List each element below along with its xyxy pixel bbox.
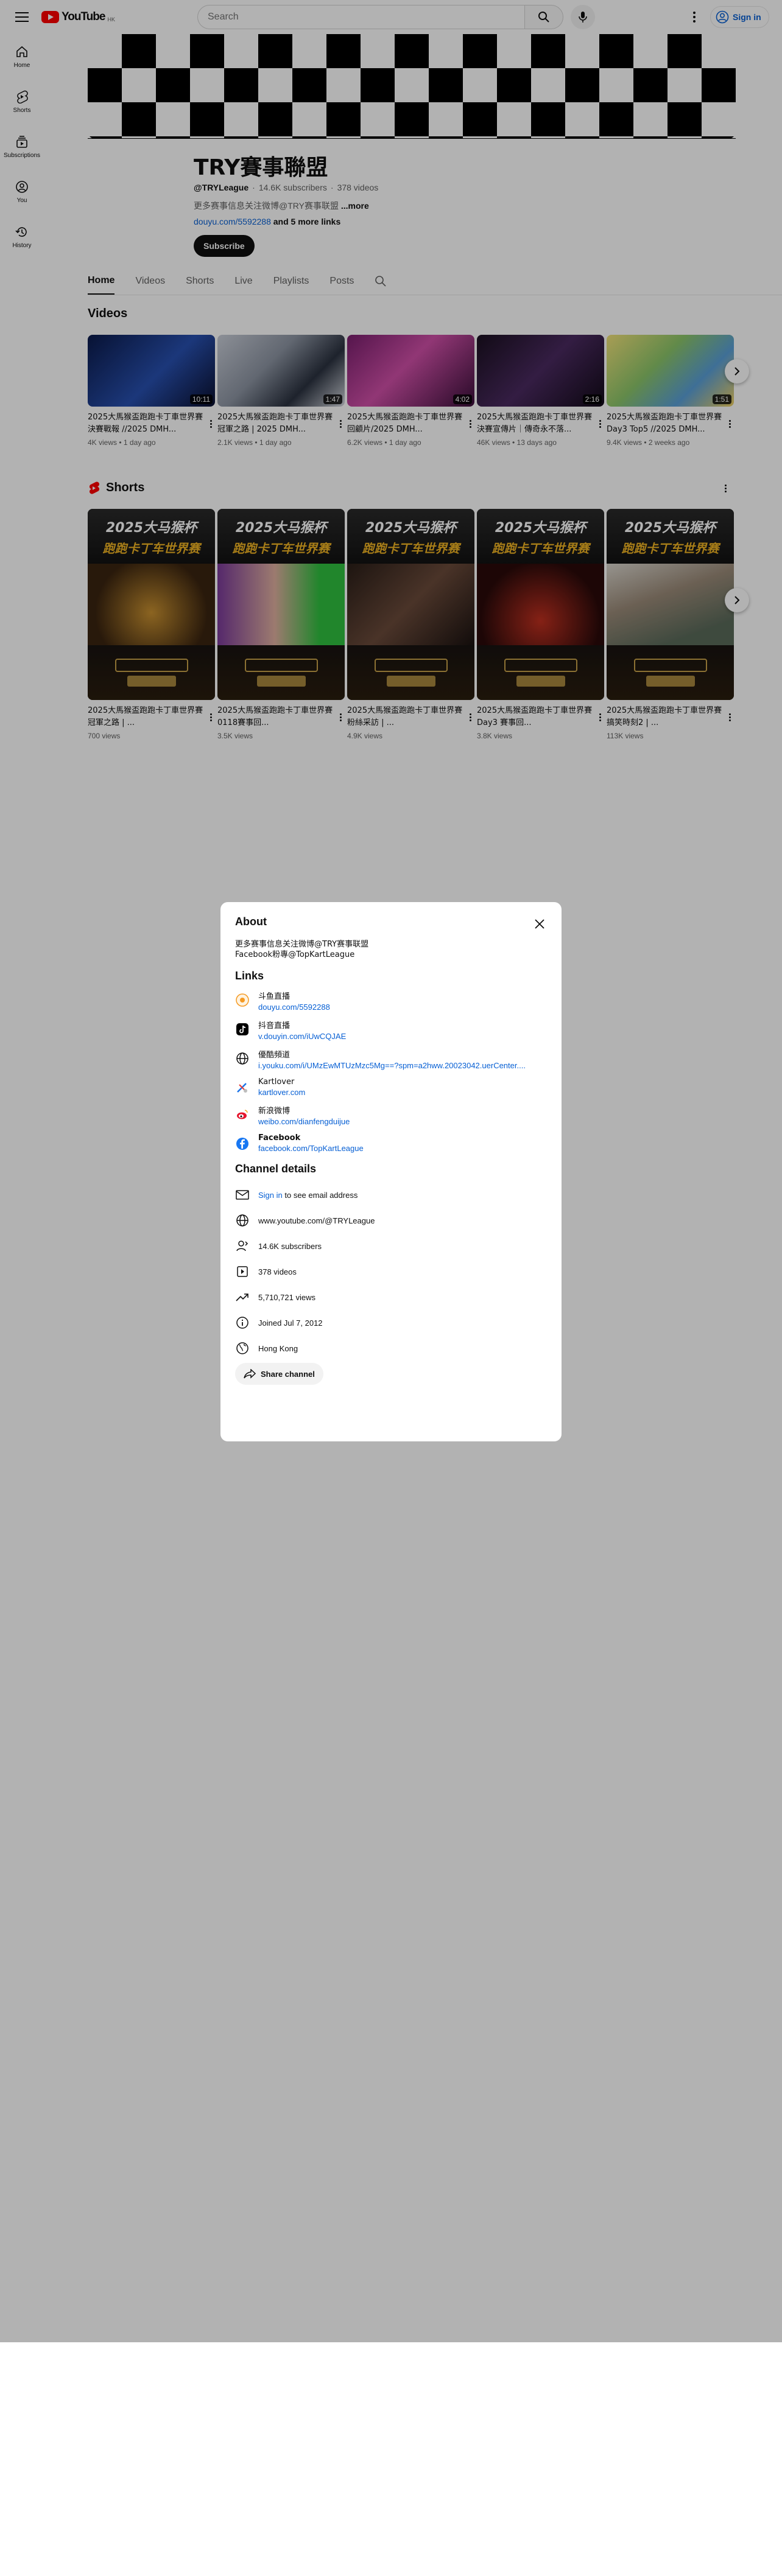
videos-row: 378 videos [235, 1265, 547, 1278]
country: Hong Kong [258, 1343, 298, 1353]
link-name: 抖音直播 [258, 1021, 291, 1031]
facebook-icon [235, 1136, 250, 1151]
trending-icon [235, 1290, 250, 1304]
views-row: 5,710,721 views [235, 1291, 547, 1303]
email-row: Sign in to see email address [235, 1189, 547, 1201]
link-name: 優酷頻道 [258, 1051, 291, 1060]
about-title: About [235, 915, 267, 928]
link-item: 斗鱼直播 douyu.com/5592288 [235, 990, 547, 1012]
location-icon [235, 1341, 250, 1356]
link-name: 斗鱼直播 [258, 992, 291, 1001]
channel-details-heading: Channel details [235, 1163, 317, 1175]
person-icon [235, 1239, 250, 1253]
globe-icon [235, 1051, 250, 1066]
douyin-icon [235, 1022, 250, 1037]
link-url[interactable]: v.douyin.com/iUwCQJAE [258, 1032, 346, 1041]
kartlover-icon [235, 1080, 250, 1095]
subscribers-count: 14.6K subscribers [258, 1241, 322, 1251]
videos-count: 378 videos [258, 1267, 297, 1276]
link-item: 抖音直播 v.douyin.com/iUwCQJAE [235, 1019, 547, 1041]
info-icon [235, 1315, 250, 1330]
share-icon [244, 1369, 256, 1379]
link-item: Facebook facebook.com/TopKartLeague [235, 1133, 547, 1153]
link-url[interactable]: i.youku.com/i/UMzEwMTUzMzc5Mg==?spm=a2hw… [258, 1061, 526, 1070]
link-url[interactable]: douyu.com/5592288 [258, 1003, 330, 1012]
link-item: 優酷頻道 i.youku.com/i/UMzEwMTUzMzc5Mg==?spm… [235, 1048, 547, 1070]
share-label: Share channel [261, 1369, 315, 1379]
link-item: Kartlover kartlover.com [235, 1077, 547, 1097]
link-name: Kartlover [258, 1077, 295, 1087]
share-channel-button[interactable]: Share channel [235, 1363, 323, 1385]
douyu-icon [235, 993, 250, 1007]
description-line: Facebook粉專@TopKartLeague [235, 950, 355, 959]
weibo-icon [235, 1107, 250, 1122]
link-url[interactable]: facebook.com/TopKartLeague [258, 1144, 364, 1153]
joined-date: Joined Jul 7, 2012 [258, 1318, 323, 1328]
link-name: 新浪微博 [258, 1107, 291, 1116]
email-text: to see email address [284, 1190, 358, 1200]
country-row: Hong Kong [235, 1342, 547, 1354]
channel-url: www.youtube.com/@TRYLeague [258, 1216, 375, 1225]
about-dialog: About 更多赛事信息关注微博@TRY赛事联盟 Facebook粉專@TopK… [220, 902, 562, 1441]
link-url[interactable]: kartlover.com [258, 1088, 305, 1097]
close-button[interactable] [529, 913, 551, 935]
video-icon [235, 1264, 250, 1279]
subscribers-row: 14.6K subscribers [235, 1240, 547, 1252]
url-row: www.youtube.com/@TRYLeague [235, 1214, 547, 1227]
globe-icon [235, 1213, 250, 1228]
description-line: 更多赛事信息关注微博@TRY赛事联盟 [235, 940, 369, 949]
views-count: 5,710,721 views [258, 1292, 315, 1302]
close-icon [535, 919, 544, 929]
links-heading: Links [235, 970, 264, 982]
link-item: 新浪微博 weibo.com/dianfengduijue [235, 1104, 547, 1126]
link-url[interactable]: weibo.com/dianfengduijue [258, 1117, 350, 1126]
about-description: 更多赛事信息关注微博@TRY赛事联盟 Facebook粉專@TopKartLea… [235, 939, 547, 960]
joined-row: Joined Jul 7, 2012 [235, 1317, 547, 1329]
link-name: Facebook [258, 1133, 301, 1143]
mail-icon [235, 1188, 250, 1202]
sign-in-link[interactable]: Sign in [258, 1191, 283, 1200]
